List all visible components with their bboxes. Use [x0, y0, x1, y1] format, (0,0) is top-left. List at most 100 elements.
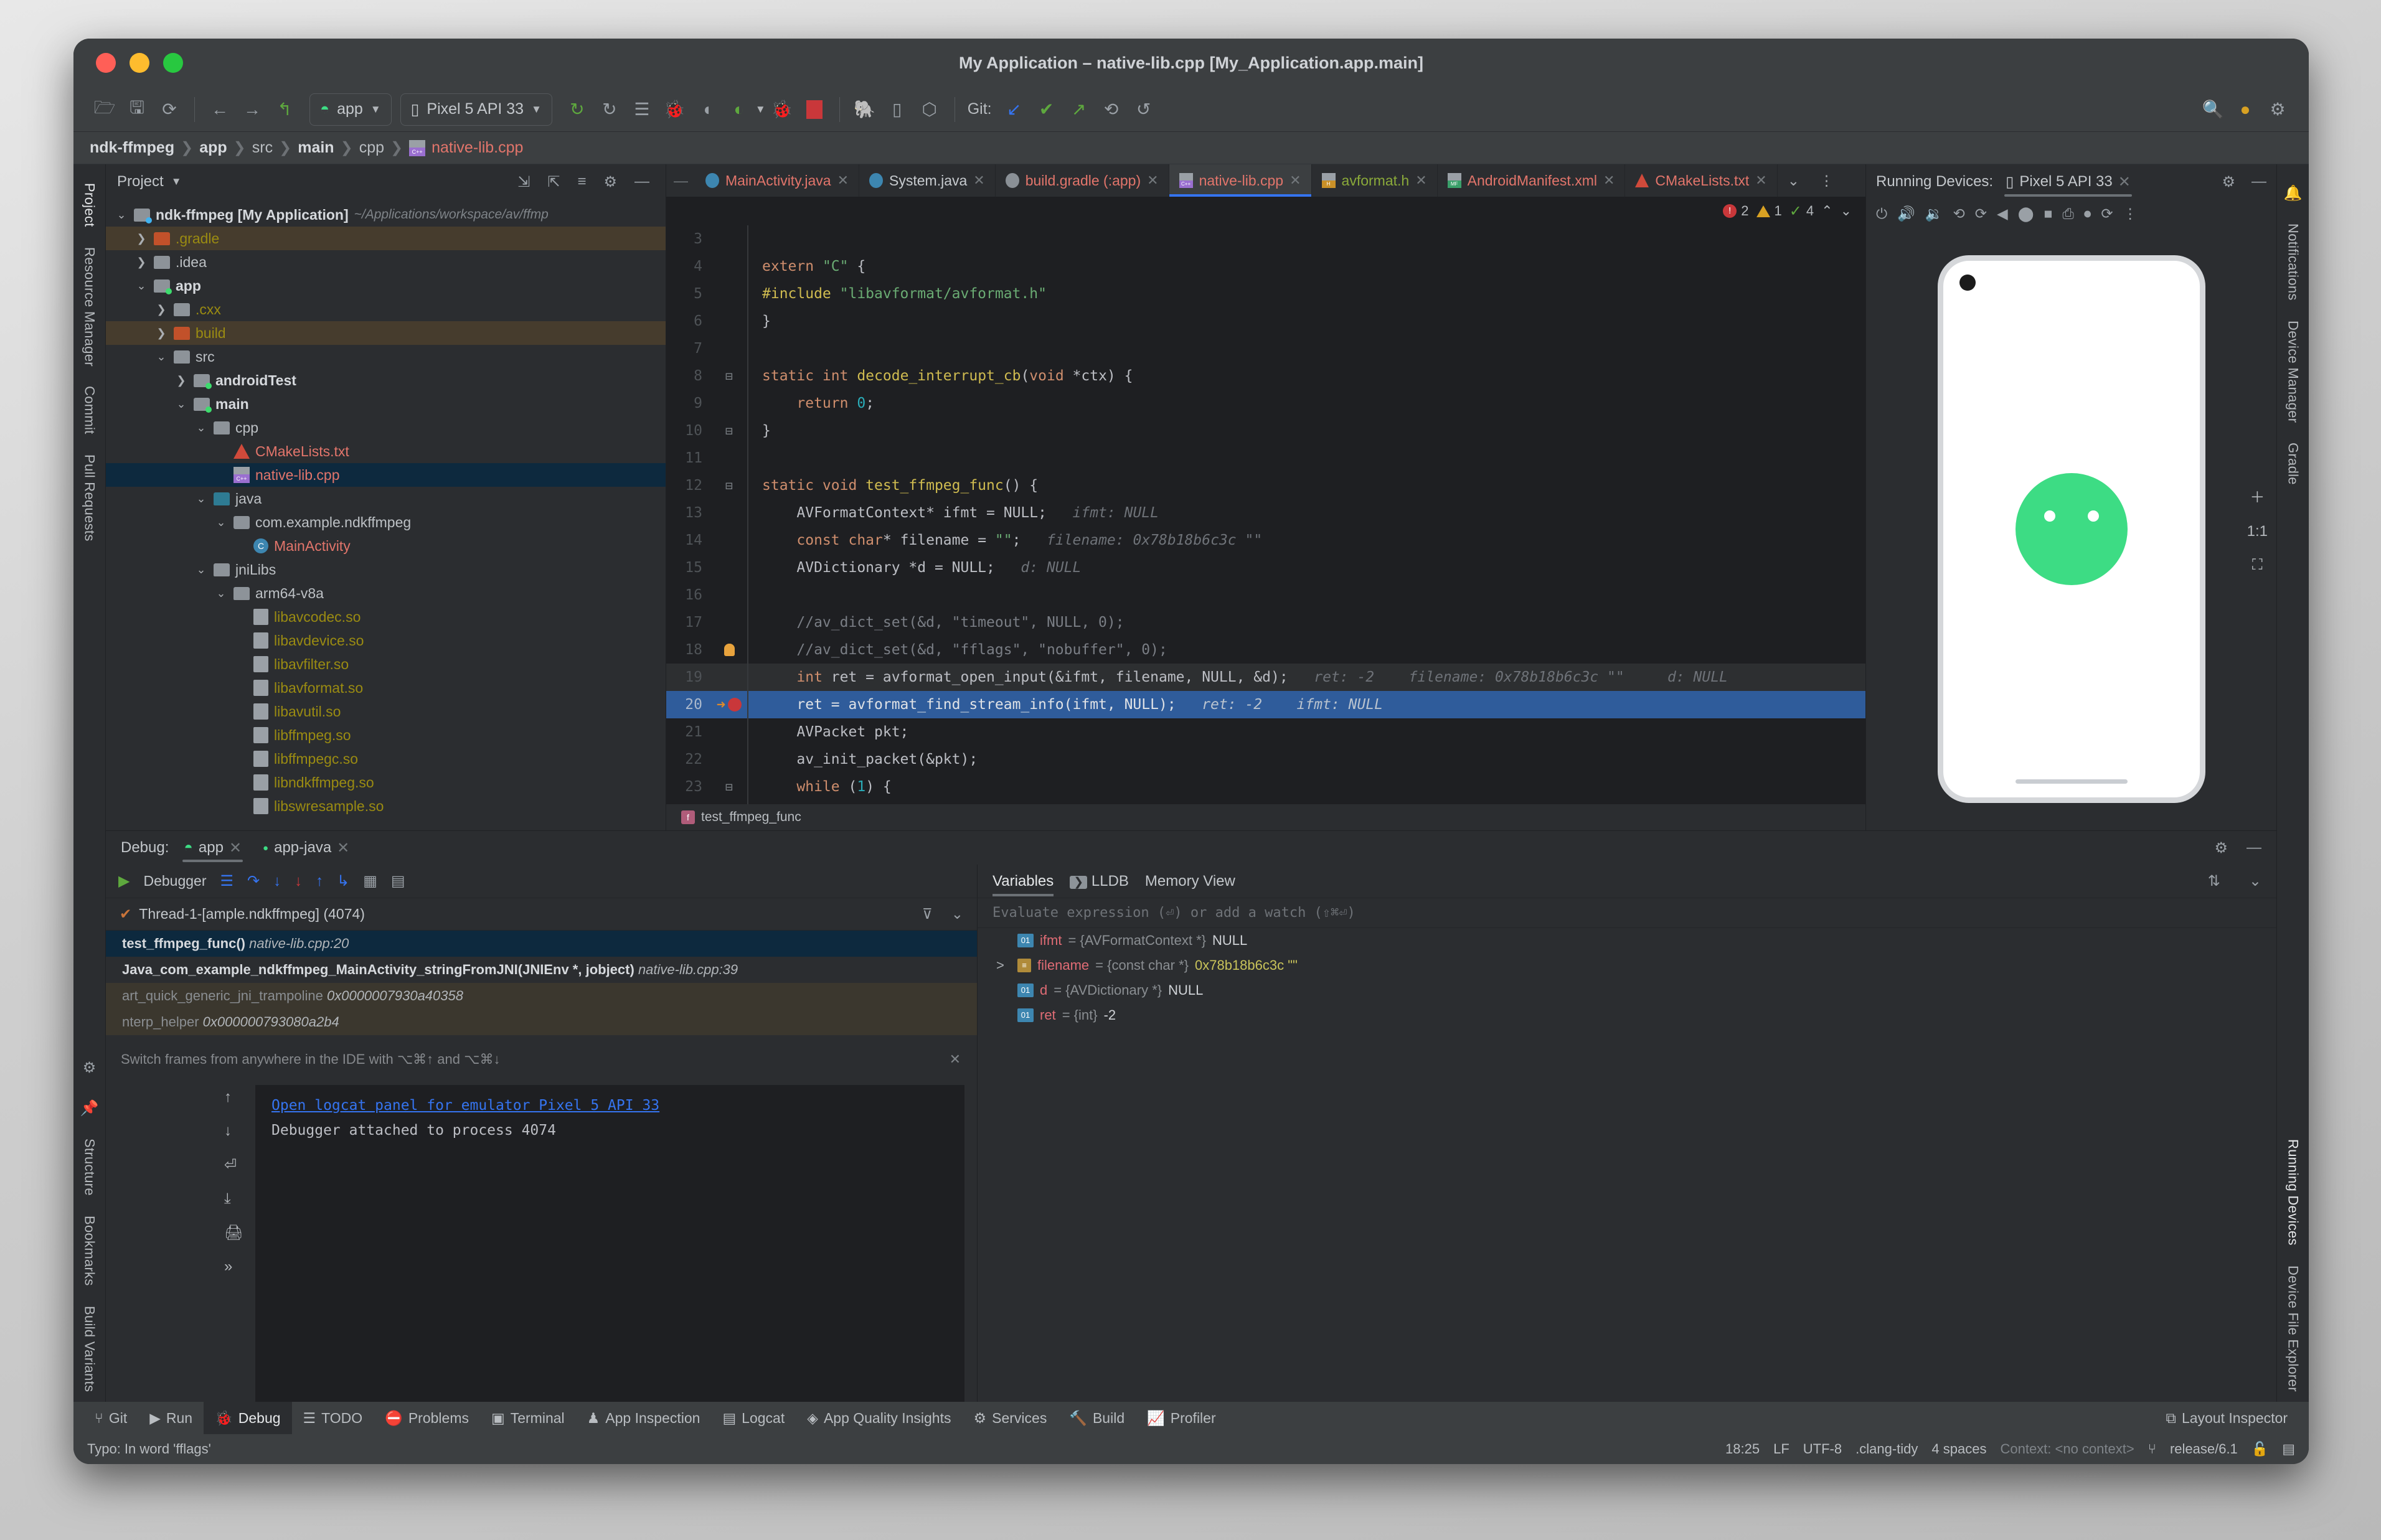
logcat-link[interactable]: Open logcat panel for emulator Pixel 5 A… — [271, 1097, 948, 1114]
gutter-marker[interactable]: ➜ — [711, 696, 747, 713]
code-line-14[interactable]: 14 const char* filename = ""; filename: … — [666, 527, 1865, 554]
minimize-panel-icon[interactable]: — — [629, 173, 654, 190]
expand-arrow-icon[interactable]: ⌄ — [154, 350, 168, 364]
git-push-icon[interactable]: ↗ — [1063, 93, 1095, 126]
code-line-6[interactable]: 6} — [666, 308, 1865, 335]
expand-arrow-icon[interactable]: ❯ — [154, 327, 168, 340]
tree-node-src[interactable]: ⌄src — [106, 345, 666, 369]
home-nav-icon[interactable]: ⬤ — [2018, 205, 2034, 222]
sidebar-item-project[interactable]: Project — [82, 173, 98, 237]
hide-tabs-icon[interactable]: — — [666, 164, 695, 197]
tree-node-libswresample-so[interactable]: libswresample.so — [106, 794, 666, 818]
code-line-22[interactable]: 22 av_init_packet(&pkt); — [666, 746, 1865, 773]
expand-arrow-icon[interactable]: ⌄ — [174, 398, 188, 411]
tool-window-tab-git[interactable]: ⑂Git — [83, 1402, 138, 1434]
code-line-19[interactable]: 19 int ret = avformat_open_input(&ifmt, … — [666, 664, 1865, 691]
tab-lldb[interactable]: ❯ LLDB — [1070, 873, 1129, 890]
code-line-15[interactable]: 15 AVDictionary *d = NULL; d: NULL — [666, 554, 1865, 581]
filter-icon[interactable]: ⊽ — [922, 906, 933, 923]
next-problem-icon[interactable]: ⌄ — [1841, 203, 1852, 219]
variable-row[interactable]: 01ret= {int}-2 — [978, 1003, 2276, 1028]
back-nav-icon[interactable]: ◀ — [1997, 205, 2008, 222]
layout-settings-icon[interactable]: ▤ — [391, 872, 405, 890]
minimize-button[interactable] — [130, 53, 149, 73]
sidebar-item-device-file-explorer[interactable]: Device File Explorer — [2285, 1256, 2301, 1402]
tree-node-libffmpegc-so[interactable]: libffmpegc.so — [106, 747, 666, 771]
zoom-controls[interactable]: ＋ 1:1 ⛶ — [2247, 485, 2268, 574]
expand-arrow-icon[interactable]: ⌄ — [115, 209, 128, 222]
record-icon[interactable]: ⏺ — [2084, 205, 2091, 222]
variable-row[interactable]: 01d= {AVDictionary *}NULL — [978, 978, 2276, 1003]
context-label[interactable]: Context: <no context> — [2000, 1441, 2134, 1457]
tree-node-cmakelists-txt[interactable]: CMakeLists.txt — [106, 439, 666, 463]
stack-frame-row[interactable]: test_ffmpeg_func() native-lib.cpp:20 — [106, 931, 977, 957]
soft-wrap-icon[interactable]: ⏎ — [224, 1156, 243, 1174]
close-icon[interactable]: ✕ — [1603, 172, 1615, 189]
search-icon[interactable]: 🔍 — [2197, 93, 2229, 126]
run-icon[interactable]: ↻ — [561, 93, 593, 126]
scroll-down-icon[interactable]: ↓ — [224, 1122, 243, 1140]
gutter-marker[interactable] — [711, 644, 747, 656]
code-line-17[interactable]: 17 //av_dict_set(&d, "timeout", NULL, 0)… — [666, 609, 1865, 636]
rotate-right-icon[interactable]: ⟳ — [1975, 205, 1987, 222]
tree-node-app[interactable]: ⌄app — [106, 274, 666, 298]
sidebar-item-structure[interactable]: Structure — [82, 1129, 98, 1206]
editor-tab-androidmanifest-xml[interactable]: AndroidManifest.xml✕ — [1438, 164, 1626, 197]
code-line-18[interactable]: 18 //av_dict_set(&d, "fflags", "nobuffer… — [666, 636, 1865, 664]
code-line-5[interactable]: 5#include "libavformat/avformat.h" — [666, 280, 1865, 308]
expand-arrow-icon[interactable]: ⌄ — [214, 587, 228, 600]
expand-arrow-icon[interactable]: ❯ — [154, 303, 168, 316]
tree-node-native-lib-cpp[interactable]: native-lib.cpp — [106, 463, 666, 487]
git-history-icon[interactable]: ⟲ — [1095, 93, 1128, 126]
force-step-into-icon[interactable]: ↓ — [295, 873, 302, 890]
close-icon[interactable]: ✕ — [229, 839, 242, 857]
breakpoint-icon[interactable] — [728, 698, 742, 711]
run-to-cursor-icon[interactable]: ↳ — [337, 872, 349, 890]
expand-arrow-icon[interactable]: ❯ — [134, 256, 148, 269]
rotate-left-icon[interactable]: ⟲ — [1953, 205, 1964, 222]
minimize-panel-icon[interactable]: — — [2251, 173, 2266, 190]
more-icon[interactable]: ⋮ — [2123, 205, 2138, 222]
tree-node-androidtest[interactable]: ❯androidTest — [106, 369, 666, 392]
console-side-toolbar[interactable]: ↑ ↓ ⏎ ⤓ 🖨 » — [224, 1089, 243, 1275]
forward-arrow-icon[interactable]: → — [236, 93, 268, 126]
step-out-icon[interactable]: ↑ — [316, 873, 323, 890]
editor-tab-build-gradle-app-[interactable]: build.gradle (:app)✕ — [996, 164, 1169, 197]
frames-view-icon[interactable]: ☰ — [220, 872, 234, 890]
chevron-down-icon[interactable]: ▼ — [171, 176, 182, 188]
step-over-icon[interactable]: ↷ — [247, 872, 260, 890]
tool-window-tab-app-quality-insights[interactable]: ◈App Quality Insights — [796, 1402, 962, 1434]
tree-node-libavfilter-so[interactable]: libavfilter.so — [106, 652, 666, 676]
gear-icon[interactable]: ⚙ — [598, 173, 622, 191]
fold-icon[interactable]: ⊟ — [725, 478, 733, 493]
tree-node-arm64-v8a[interactable]: ⌄arm64-v8a — [106, 581, 666, 605]
settings-gear-icon[interactable]: ⚙ — [83, 1048, 97, 1088]
editor-tab-avformat-h[interactable]: avformat.h✕ — [1312, 164, 1438, 197]
avd-manager-icon[interactable]: ▯ — [881, 93, 913, 126]
breadcrumb-item-4[interactable]: cpp — [359, 139, 384, 157]
notifications-icon[interactable]: ● — [2229, 93, 2261, 126]
close-icon[interactable]: ✕ — [337, 839, 349, 857]
error-badge[interactable]: ! 2 — [1723, 203, 1748, 219]
intention-bulb-icon[interactable] — [724, 644, 735, 656]
attach-debugger-icon[interactable]: 🐞 — [766, 93, 798, 126]
evaluate-expression-icon[interactable]: ▦ — [363, 872, 377, 890]
close-icon[interactable]: ✕ — [2118, 173, 2131, 191]
gutter-marker[interactable]: ⊟ — [711, 478, 747, 493]
tool-window-tab-debug[interactable]: 🐞Debug — [204, 1402, 291, 1434]
project-tree[interactable]: ⌄ndk-ffmpeg [My Application]~/Applicatio… — [106, 199, 666, 830]
git-update-icon[interactable]: ↙ — [998, 93, 1030, 126]
code-line-13[interactable]: 13 AVFormatContext* ifmt = NULL; ifmt: N… — [666, 499, 1865, 527]
close-icon[interactable]: ✕ — [1755, 172, 1766, 189]
debug-tab-app-java[interactable]: ● app-java ✕ — [257, 831, 356, 865]
evaluate-expression-input[interactable]: Evaluate expression (⏎) or add a watch (… — [978, 898, 2276, 928]
undo-icon[interactable]: ↰ — [268, 93, 301, 126]
step-into-icon[interactable]: ↓ — [273, 873, 281, 890]
sidebar-item-resource-manager[interactable]: Resource Manager — [82, 237, 98, 377]
print-icon[interactable]: 🖨 — [224, 1224, 243, 1242]
editor-tab-system-java[interactable]: System.java✕ — [859, 164, 996, 197]
code-line-3[interactable]: 3 — [666, 225, 1865, 253]
close-icon[interactable]: ✕ — [1290, 172, 1301, 189]
breadcrumb-item-5[interactable]: native-lib.cpp — [431, 139, 523, 157]
indent-setting[interactable]: 4 spaces — [1931, 1441, 1986, 1457]
